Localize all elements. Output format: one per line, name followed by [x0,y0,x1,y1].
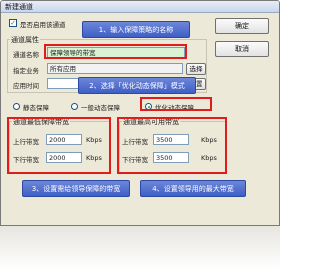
reflection-fade [0,226,280,270]
callout-step1: 1、输入保障策略的名称 [82,21,190,38]
highlight-channel-name [44,44,187,59]
ok-button[interactable]: 确定 [215,18,269,34]
channel-name-label: 通道名称 [13,51,39,59]
title-bar: 新建通道 [1,1,279,13]
highlight-optimized-mode [140,97,212,111]
enable-channel-checkbox[interactable]: ✓ [9,19,17,27]
service-label: 指定业务 [13,67,39,75]
static-guarantee-label: 静态保障 [23,104,49,112]
window-title: 新建通道 [5,3,33,11]
apply-time-label: 应用时间 [13,82,39,90]
channel-properties-legend: 通道属性 [10,35,40,45]
callout-step2: 2、选择「优化动态保障」模式 [78,77,196,94]
select-button[interactable]: 选择 [186,63,206,75]
callout-step4: 4、设置领导用的最大带宽 [140,180,246,197]
radio-general[interactable] [71,103,78,110]
enable-channel-label: 是否启用该通道 [20,21,66,29]
checkmark-icon: ✓ [10,19,16,27]
general-dynamic-label: 一般动态保障 [81,104,120,112]
highlight-min-bandwidth [7,117,111,174]
cancel-button[interactable]: 取消 [215,41,269,57]
radio-static[interactable] [13,103,20,110]
service-field: 所有应用 [47,63,183,74]
callout-step3: 3、设置需给领导保障的带宽 [22,180,130,197]
highlight-max-bandwidth [117,117,227,174]
